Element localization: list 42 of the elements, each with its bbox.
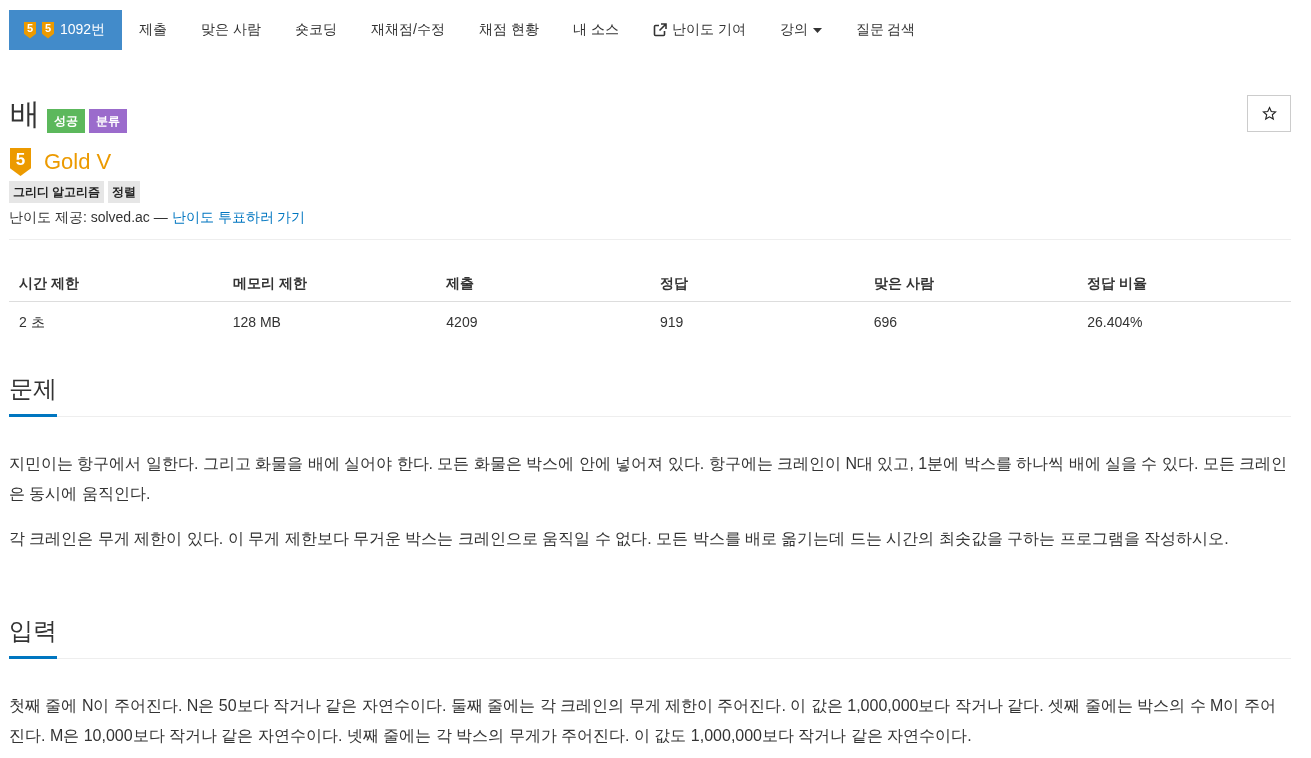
section-text: 각 크레인은 무게 제한이 있다. 이 무게 제한보다 무거운 박스는 크레인으로 움직일 수 없다. 모든 박스를 배로 옮기는데 드는 시간의 최솟값을 구하는 프로그램을 작성하시오. — [9, 529, 1230, 549]
nav-tab[interactable]: 난이도 기여 — [635, 10, 763, 50]
star-icon — [1261, 106, 1277, 121]
problem-title: 배 — [10, 96, 40, 132]
table-cell: 26.404% — [1077, 301, 1291, 342]
nav-tab[interactable]: 내 소스 — [555, 10, 636, 50]
nav-tab[interactable]: 제출 — [122, 10, 185, 50]
table-cell: 696 — [863, 301, 1078, 342]
nav-tab[interactable]: 질문 검색 — [838, 10, 933, 50]
column-header: 시간 제한 — [9, 265, 223, 302]
nav-tab[interactable]: 강의 — [762, 10, 839, 50]
column-header: 맞은 사람 — [863, 265, 1078, 302]
column-header: 정답 — [649, 265, 864, 302]
tier-name: Gold V — [44, 148, 112, 176]
section-text: 지민이는 항구에서 일한다. 그리고 화물을 배에 실어야 한다. 모든 화물은 박스에 안에 넣어져 있다. 항구에는 크레인이 N대 있고, 1분에 박스를 하나씩 배에 실을 수 있다. 모든 크레인은 동시에 움직인다. — [9, 454, 1289, 504]
external-link-icon — [652, 23, 667, 37]
favorite-button[interactable] — [1247, 95, 1291, 132]
algorithm-tag[interactable]: 정렬 — [108, 181, 141, 203]
column-header: 제출 — [436, 265, 650, 302]
status-label: 성공 — [47, 109, 85, 133]
tier-badge: 5 — [24, 21, 36, 39]
difficulty-source: 난이도 제공: solved.ac — — [9, 209, 168, 225]
tier-badge: 5 — [10, 148, 31, 176]
section-text: 첫째 줄에 N이 주어진다. N은 50보다 작거나 같은 자연수이다. 둘째 줄에는 각 크레인의 무게 제한이 주어진다. 이 값은 1,000,000보다 작거나 같다. 셋째 줄에는 박스의 수 M이 주어진다. M은 10,000보다 작거나 같은 자연수이다. 넷째 줄에는 각 박스의 무게가 주어진다. 이 값도 1,000,000보다 작거나 같은 자연수이다. — [9, 696, 1277, 746]
nav-tab[interactable]: 재채점/수정 — [354, 10, 462, 50]
tier-badge: 5 — [42, 21, 54, 39]
table-cell: 4209 — [436, 301, 650, 342]
nav-tab[interactable]: 5 5 1092번 — [9, 10, 123, 50]
table-cell: 2 초 — [9, 301, 223, 342]
column-header: 메모리 제한 — [222, 265, 437, 302]
column-header: 정답 비율 — [1077, 265, 1291, 302]
table-cell: 919 — [649, 301, 864, 342]
status-label: 분류 — [89, 109, 127, 133]
nav-tab[interactable]: 채점 현황 — [461, 10, 556, 50]
algorithm-tag[interactable]: 그리디 알고리즘 — [9, 181, 105, 203]
section-title: 문제 — [9, 372, 57, 417]
section-title: 입력 — [9, 614, 57, 659]
caret-icon — [812, 27, 822, 33]
vote-link[interactable]: 난이도 투표하러 가기 — [171, 209, 306, 225]
nav-tab[interactable]: 숏코딩 — [278, 10, 355, 50]
table-cell: 128 MB — [222, 301, 437, 342]
nav-tab[interactable]: 맞은 사람 — [184, 10, 279, 50]
